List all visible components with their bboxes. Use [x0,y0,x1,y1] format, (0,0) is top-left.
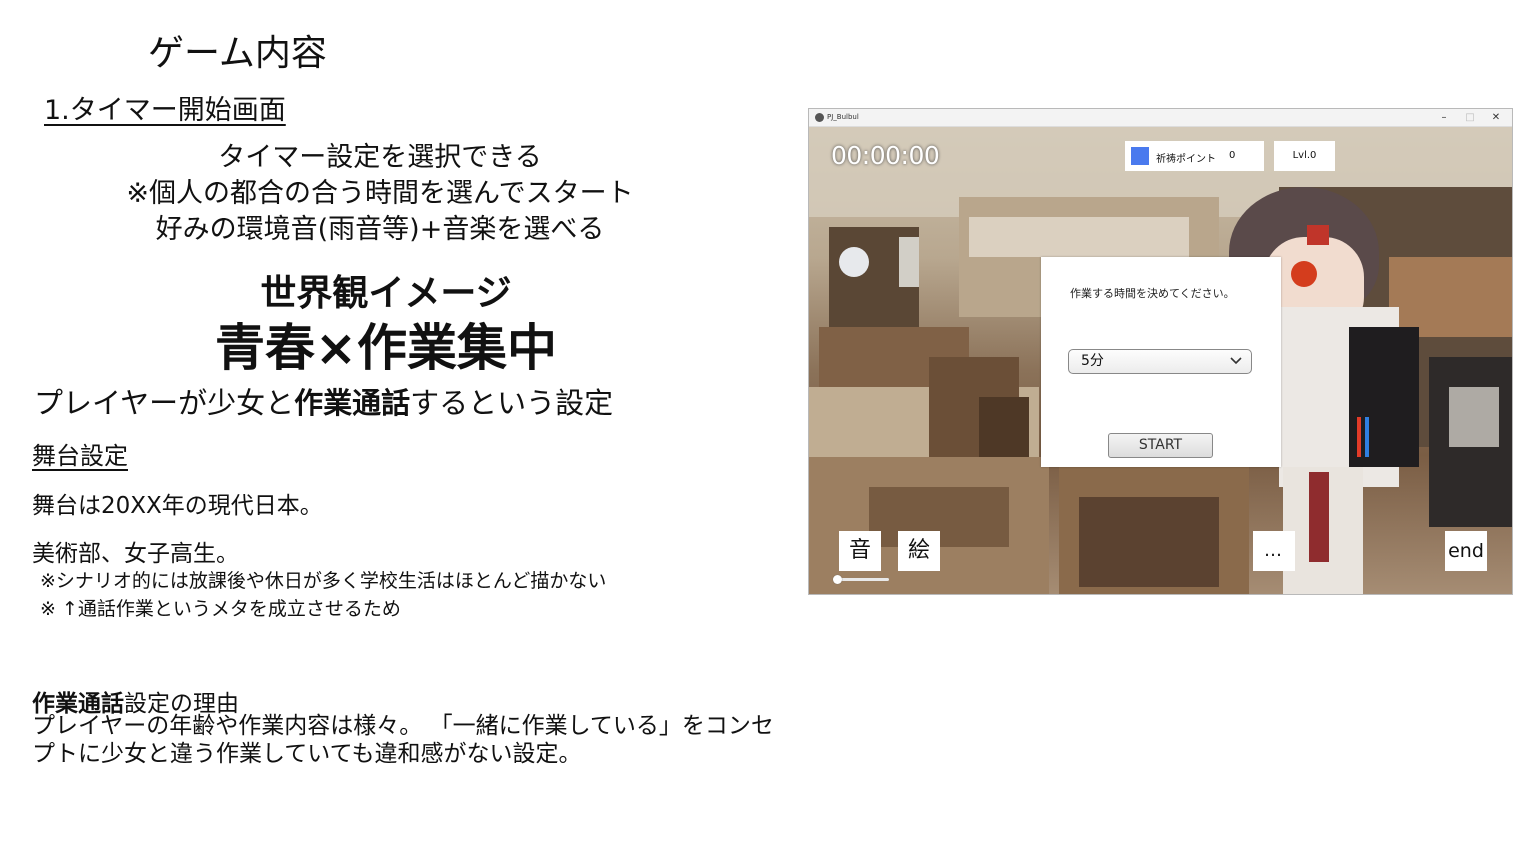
end-button[interactable]: end [1445,531,1487,571]
section-heading: 1.タイマー開始画面 [44,95,286,126]
dialog-prompt: 作業する時間を決めてください。 [1070,287,1235,300]
slide-title: ゲーム内容 [148,33,327,74]
prayer-points-box: 祈祷ポイント 0 [1125,141,1264,171]
close-button[interactable]: ✕ [1484,110,1508,126]
volume-thumb[interactable] [833,575,842,584]
feature-item: 好みの環境音(雨音等)+音楽を選べる [155,214,605,245]
points-label: 祈祷ポイント [1156,154,1216,165]
premise-pre: プレイヤーが少女と [34,386,295,420]
points-icon [1131,147,1149,165]
feature-list: タイマー設定を選択できる ※個人の都合の合う時間を選んでスタート 好みの環境音(… [86,140,674,248]
app-window: PJ_Bulbul – □ ✕ 00:00:00 祈祷ポイント 0 Lvl.0 … [808,108,1513,595]
level-badge: Lvl.0 [1274,141,1335,171]
volume-slider[interactable] [833,575,889,584]
stage-line: 美術部、女子高生。 [32,541,239,567]
feature-item: ※個人の都合の合う時間を選んでスタート [126,178,634,209]
app-icon [815,113,824,122]
stage-heading: 舞台設定 [32,442,128,470]
window-title: PJ_Bulbul [827,113,859,121]
stage-note: ※シナリオ的には放課後や休日が多く学校生活はほとんど描かない [40,570,607,592]
points-value: 0 [1229,150,1236,161]
duration-value: 5分 [1081,353,1104,369]
duration-select[interactable]: 5分 [1068,349,1252,374]
timer-dialog: 作業する時間を決めてください。 5分 START [1041,257,1281,467]
premise-post: するという設定 [410,386,614,420]
premise-text: プレイヤーが少女と作業通話するという設定 [34,380,613,422]
stage-line: 舞台は20XX年の現代日本。 [32,493,323,519]
maximize-button[interactable]: □ [1458,110,1482,126]
reason-body: プレイヤーの年齢や作業内容は様々。 「一緒に作業している」をコンセプトに少女と違… [32,713,774,767]
chevron-down-icon [1230,357,1242,365]
concept-main: 青春×作業集中 [215,319,557,377]
premise-bold: 作業通話 [294,386,411,420]
more-button[interactable]: … [1253,531,1295,571]
volume-track [835,578,889,581]
art-button[interactable]: 絵 [898,531,940,571]
timer-display: 00:00:00 [831,141,940,170]
start-button[interactable]: START [1108,433,1213,458]
game-scene: 00:00:00 祈祷ポイント 0 Lvl.0 作業する時間を決めてください。 … [809,127,1512,594]
stage-note: ※ ↑通話作業というメタを成立させるため [40,598,401,620]
minimize-button[interactable]: – [1432,110,1456,126]
sound-button[interactable]: 音 [839,531,881,571]
feature-item: タイマー設定を選択できる [218,142,542,173]
title-bar[interactable]: PJ_Bulbul – □ ✕ [809,109,1512,127]
